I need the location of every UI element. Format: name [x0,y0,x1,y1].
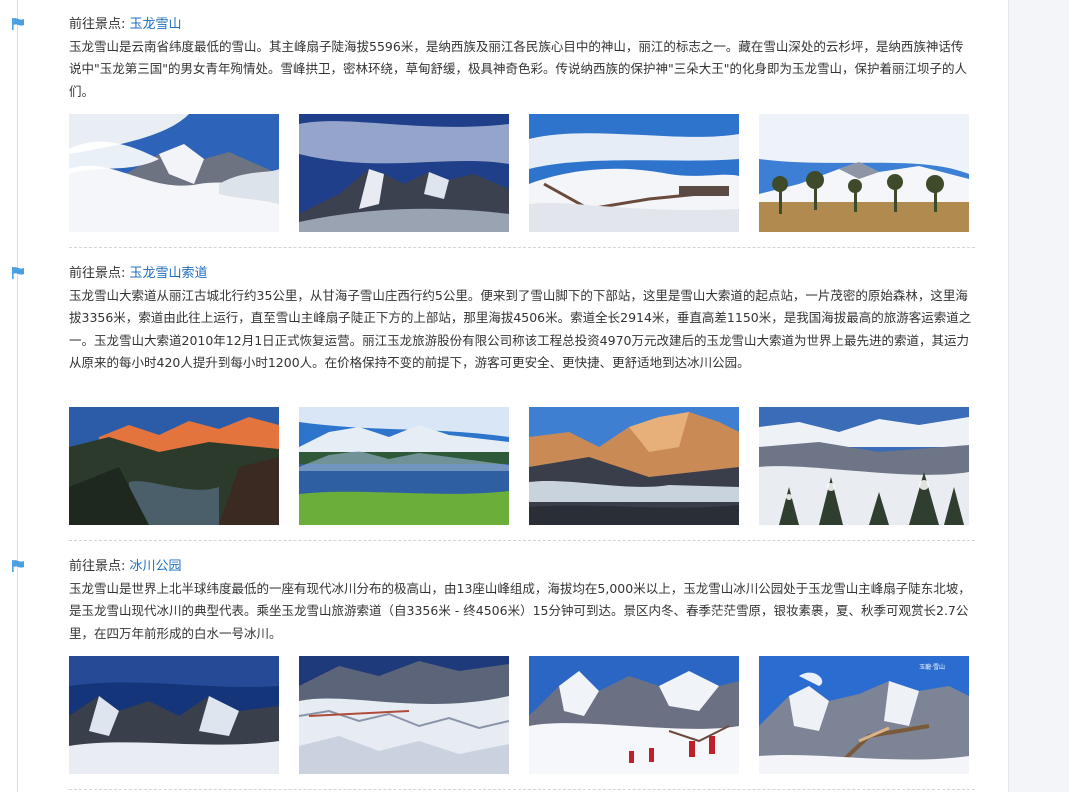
section-heading: 前往景点: 冰川公园 [69,557,182,577]
section-description: 玉龙雪山是云南省纬度最低的雪山。其主峰扇子陡海拔5596米，是纳西族及丽江各民族… [69,39,968,99]
photo-gallery [69,114,975,232]
section-description: 玉龙雪山大索道从丽江古城北行约35公里，从甘海子雪山庄西行约5公里。便来到了雪山… [69,288,972,370]
section-divider [69,247,975,248]
attraction-link[interactable]: 冰川公园 [130,559,182,574]
flag-icon [12,560,24,572]
photo-thumbnail[interactable] [299,114,509,232]
photo-thumbnail[interactable] [69,407,279,525]
photo-thumbnail[interactable] [529,114,739,232]
section-heading: 前往景点: 玉龙雪山索道 [69,264,208,284]
photo-gallery: 玉龍·雪山 [69,656,975,774]
photo-gallery [69,407,975,525]
attraction-link[interactable]: 玉龙雪山索道 [130,266,208,281]
photo-thumbnail[interactable] [529,656,739,774]
section-divider [69,540,975,541]
flag-icon [12,267,24,279]
photo-thumbnail[interactable] [69,656,279,774]
timeline-line [17,0,18,792]
photo-thumbnail[interactable] [529,407,739,525]
photo-thumbnail[interactable]: 玉龍·雪山 [759,656,969,774]
section-description: 玉龙雪山是世界上北半球纬度最低的一座有现代冰川分布的极高山，由13座山峰组成，海… [69,581,971,641]
flag-icon [12,18,24,30]
photo-thumbnail[interactable] [69,114,279,232]
right-scroll-rail [1008,0,1069,792]
section-divider [69,789,975,790]
heading-prefix: 前往景点: [69,559,130,574]
photo-thumbnail[interactable] [759,114,969,232]
heading-prefix: 前往景点: [69,266,130,281]
photo-thumbnail[interactable] [299,656,509,774]
photo-thumbnail[interactable] [299,407,509,525]
attraction-link[interactable]: 玉龙雪山 [130,17,182,32]
heading-prefix: 前往景点: [69,17,130,32]
photo-thumbnail[interactable] [759,407,969,525]
section-heading: 前往景点: 玉龙雪山 [69,15,182,35]
photo-watermark: 玉龍·雪山 [919,664,945,671]
